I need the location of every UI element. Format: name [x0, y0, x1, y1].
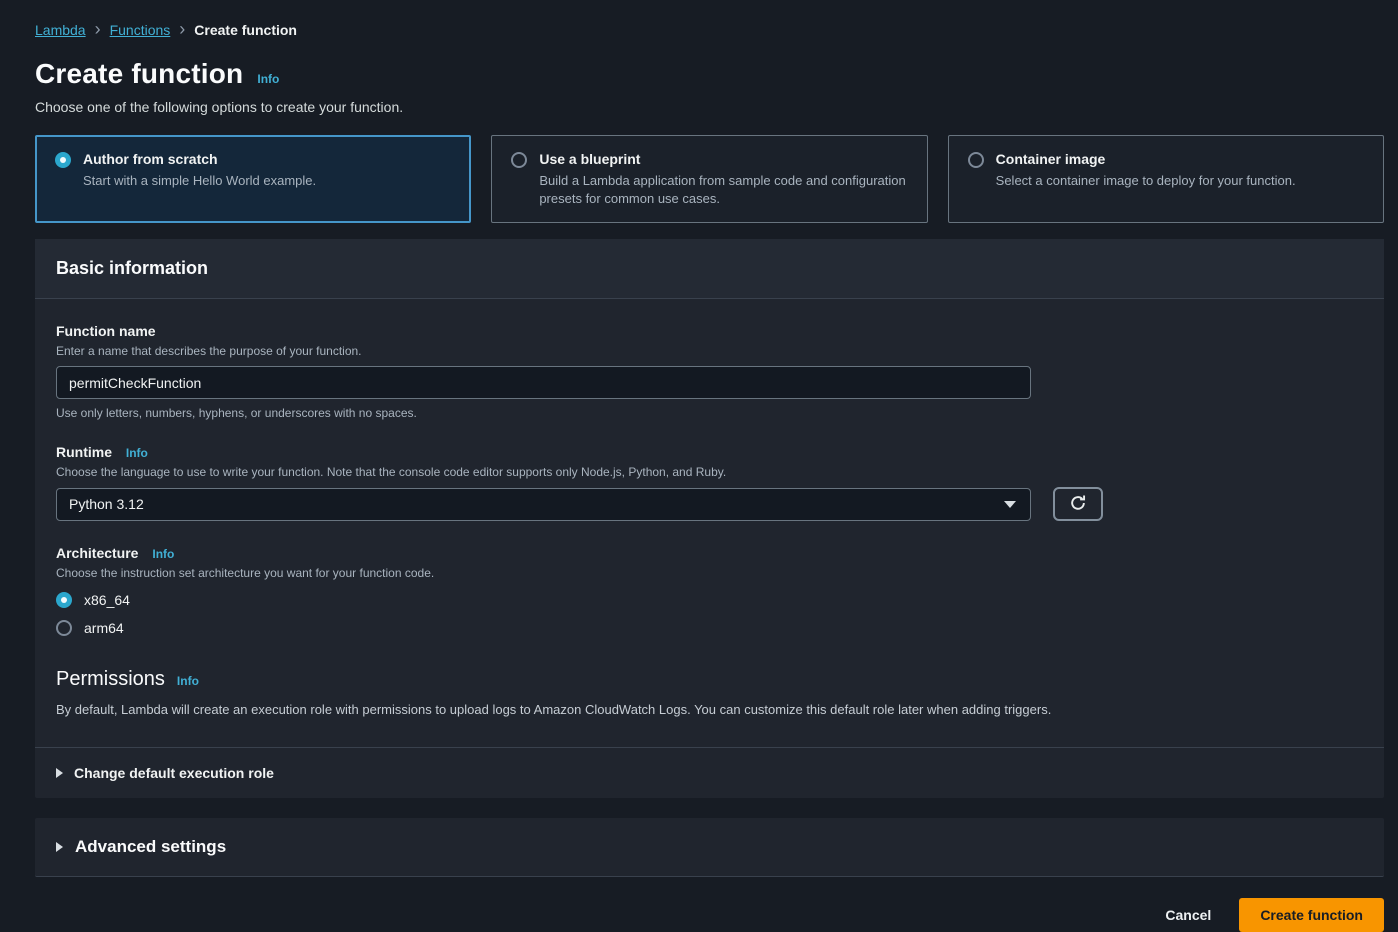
- runtime-select[interactable]: Python 3.12: [56, 488, 1031, 521]
- breadcrumb-functions-link[interactable]: Functions: [110, 22, 171, 38]
- runtime-selected-value: Python 3.12: [69, 496, 144, 512]
- card-container-image[interactable]: Container image Select a container image…: [948, 135, 1384, 223]
- advanced-settings-expander[interactable]: Advanced settings: [35, 818, 1384, 877]
- architecture-description: Choose the instruction set architecture …: [56, 566, 1363, 580]
- runtime-label: Runtime: [56, 444, 112, 460]
- permissions-description: By default, Lambda will create an execut…: [56, 702, 1363, 747]
- radio-unselected-icon[interactable]: [511, 152, 527, 168]
- architecture-info-link[interactable]: Info: [152, 547, 174, 561]
- expand-triangle-icon: [56, 768, 63, 778]
- create-function-page: Lambda › Functions › Create function Cre…: [0, 0, 1398, 932]
- breadcrumb-lambda-link[interactable]: Lambda: [35, 22, 86, 38]
- radio-unselected-icon[interactable]: [968, 152, 984, 168]
- basic-information-panel: Basic information Function name Enter a …: [35, 239, 1384, 798]
- refresh-runtimes-button[interactable]: [1053, 487, 1103, 521]
- page-subtitle: Choose one of the following options to c…: [35, 99, 1384, 115]
- permissions-info-link[interactable]: Info: [177, 674, 199, 688]
- function-name-label: Function name: [56, 323, 156, 339]
- refresh-icon: [1069, 494, 1087, 515]
- card-author-from-scratch[interactable]: Author from scratch Start with a simple …: [35, 135, 471, 223]
- expander-label: Change default execution role: [74, 765, 274, 781]
- title-info-link[interactable]: Info: [257, 72, 279, 86]
- card-description: Select a container image to deploy for y…: [996, 172, 1296, 190]
- architecture-label: Architecture: [56, 545, 138, 561]
- creation-option-cards: Author from scratch Start with a simple …: [35, 135, 1384, 223]
- card-description: Start with a simple Hello World example.: [83, 172, 316, 190]
- page-title: Create function: [35, 58, 243, 90]
- function-name-constraint: Use only letters, numbers, hyphens, or u…: [56, 406, 1363, 420]
- footer-actions: Cancel Create function: [35, 898, 1384, 932]
- function-name-input[interactable]: [56, 366, 1031, 399]
- card-description: Build a Lambda application from sample c…: [539, 172, 907, 207]
- change-default-execution-role-expander[interactable]: Change default execution role: [35, 747, 1384, 798]
- function-name-description: Enter a name that describes the purpose …: [56, 344, 1363, 358]
- radio-label: x86_64: [84, 592, 130, 608]
- card-title: Author from scratch: [83, 151, 316, 167]
- breadcrumb: Lambda › Functions › Create function: [35, 22, 1384, 38]
- chevron-right-icon: ›: [95, 22, 101, 36]
- breadcrumb-current: Create function: [194, 22, 297, 38]
- chevron-down-icon: [1004, 501, 1016, 508]
- radio-unselected-icon[interactable]: [56, 620, 72, 636]
- runtime-info-link[interactable]: Info: [126, 446, 148, 460]
- architecture-option-arm64[interactable]: arm64: [56, 620, 1363, 636]
- expand-triangle-icon: [56, 842, 63, 852]
- radio-selected-icon[interactable]: [56, 592, 72, 608]
- architecture-field-group: Architecture Info Choose the instruction…: [56, 545, 1363, 636]
- radio-selected-icon[interactable]: [55, 152, 71, 168]
- cancel-button[interactable]: Cancel: [1165, 907, 1211, 923]
- radio-label: arm64: [84, 620, 124, 636]
- runtime-description: Choose the language to use to write your…: [56, 465, 1363, 479]
- chevron-right-icon: ›: [179, 22, 185, 36]
- card-use-a-blueprint[interactable]: Use a blueprint Build a Lambda applicati…: [491, 135, 927, 223]
- permissions-title: Permissions: [56, 668, 165, 691]
- card-title: Use a blueprint: [539, 151, 907, 167]
- runtime-field-group: Runtime Info Choose the language to use …: [56, 444, 1363, 521]
- create-function-button[interactable]: Create function: [1239, 898, 1384, 932]
- card-title: Container image: [996, 151, 1296, 167]
- expander-label: Advanced settings: [75, 837, 226, 857]
- panel-title: Basic information: [35, 239, 1384, 299]
- function-name-field-group: Function name Enter a name that describe…: [56, 323, 1363, 420]
- architecture-option-x86-64[interactable]: x86_64: [56, 592, 1363, 608]
